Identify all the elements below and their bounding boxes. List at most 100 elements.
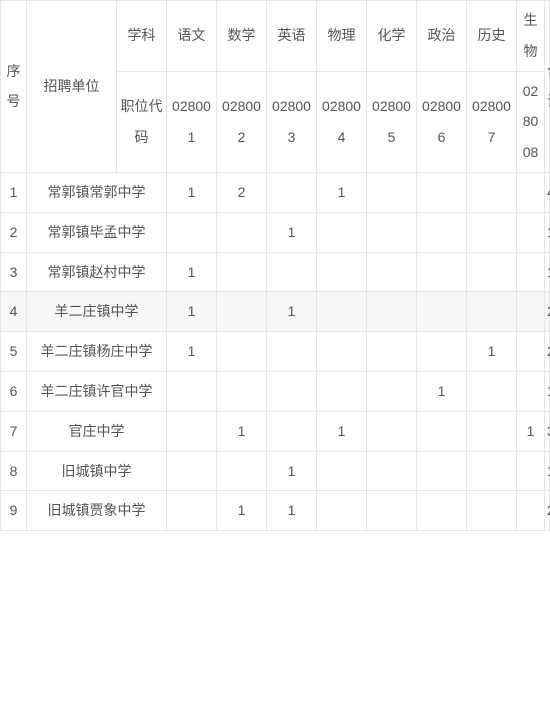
table-row: 7官庄中学1113 [1,411,550,451]
cell-unit: 常郭镇常郭中学 [27,172,167,212]
cell-value [167,371,217,411]
cell-value [267,172,317,212]
cell-value: 1 [517,411,545,451]
table-row: 8旧城镇中学11 [1,451,550,491]
cell-value [317,491,367,531]
cell-value [367,332,417,372]
cell-value [517,451,545,491]
cell-value [217,451,267,491]
cell-seq: 6 [1,371,27,411]
col-subject: 数学 [217,1,267,72]
cell-value [317,212,367,252]
cell-value: 1 [167,292,217,332]
cell-value [167,212,217,252]
cell-value [217,371,267,411]
cell-value [417,252,467,292]
table-row: 3常郭镇赵村中学11 [1,252,550,292]
cell-total: 3 [545,411,550,451]
cell-value: 1 [267,491,317,531]
cell-value [367,212,417,252]
col-code: 028005 [367,71,417,172]
cell-value [417,491,467,531]
cell-value [467,292,517,332]
cell-value [217,252,267,292]
cell-seq: 7 [1,411,27,451]
cell-value [367,491,417,531]
cell-seq: 4 [1,292,27,332]
col-code: 028006 [417,71,467,172]
cell-unit: 羊二庄镇中学 [27,292,167,332]
table-row: 2常郭镇毕孟中学11 [1,212,550,252]
cell-total: 1 [545,212,550,252]
cell-value [167,491,217,531]
col-code: 028008 [517,71,545,172]
cell-value [217,212,267,252]
cell-value [267,371,317,411]
col-subject: 化学 [367,1,417,72]
table-header: 序号 招聘单位 学科 语文 数学 英语 物理 化学 政治 历史 生物 合计 职位… [1,1,550,173]
cell-unit: 官庄中学 [27,411,167,451]
cell-value: 1 [267,212,317,252]
cell-value: 1 [167,172,217,212]
table-row: 9旧城镇贾象中学112 [1,491,550,531]
cell-value [467,252,517,292]
cell-value: 1 [167,252,217,292]
cell-value [517,491,545,531]
table-row: 6羊二庄镇许官中学 1 1 [1,371,550,411]
cell-unit: 旧城镇中学 [27,451,167,491]
col-subject: 英语 [267,1,317,72]
col-subject: 历史 [467,1,517,72]
cell-value [267,332,317,372]
cell-total: 2 [545,332,550,372]
cell-total: 1 [545,371,550,411]
cell-value: 1 [217,411,267,451]
cell-value [517,212,545,252]
col-total: 合计 [545,1,550,173]
cell-total: 1 [545,252,550,292]
cell-value: 1 [417,371,467,411]
cell-value [217,332,267,372]
col-subject: 语文 [167,1,217,72]
cell-seq: 2 [1,212,27,252]
cell-unit: 旧城镇贾象中学 [27,491,167,531]
cell-value [367,411,417,451]
cell-value [467,371,517,411]
cell-value [467,411,517,451]
table-row: 5羊二庄镇杨庄中学112 [1,332,550,372]
cell-value: 1 [267,292,317,332]
cell-unit: 羊二庄镇杨庄中学 [27,332,167,372]
cell-value [267,252,317,292]
cell-value: 1 [217,491,267,531]
cell-value [317,371,367,411]
cell-value [417,332,467,372]
cell-seq: 1 [1,172,27,212]
cell-value [467,212,517,252]
cell-value [517,172,545,212]
cell-value [367,252,417,292]
cell-value [367,292,417,332]
col-code: 028003 [267,71,317,172]
cell-total: 4 [545,172,550,212]
col-subject: 政治 [417,1,467,72]
cell-value [317,332,367,372]
col-unit: 招聘单位 [27,1,117,173]
col-seq: 序号 [1,1,27,173]
col-subject: 物理 [317,1,367,72]
col-code: 028004 [317,71,367,172]
cell-value [317,451,367,491]
cell-total: 1 [545,451,550,491]
cell-value: 2 [217,172,267,212]
col-subject-label: 学科 [117,1,167,72]
cell-value [267,411,317,451]
cell-value: 1 [317,411,367,451]
cell-value [417,411,467,451]
cell-value [467,491,517,531]
cell-value [467,172,517,212]
cell-value: 1 [267,451,317,491]
cell-value [517,292,545,332]
cell-unit: 羊二庄镇许官中学 [27,371,167,411]
cell-value [167,411,217,451]
cell-value [367,172,417,212]
cell-value [317,292,367,332]
cell-value [317,252,367,292]
